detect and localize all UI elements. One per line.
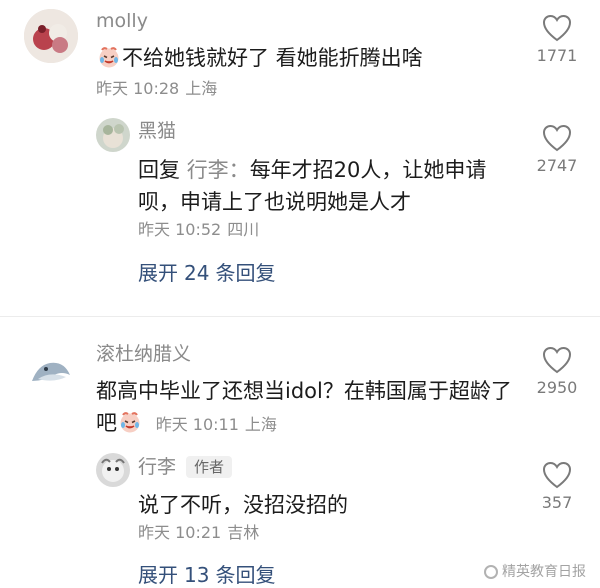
- crying-laughing-emoji: [99, 47, 119, 68]
- divider: [0, 316, 600, 317]
- avatar[interactable]: [96, 118, 130, 152]
- expand-replies-button[interactable]: 展开 13 条回复: [138, 562, 275, 588]
- like-button[interactable]: 2747: [522, 124, 592, 176]
- expand-suffix: 条回复: [215, 261, 276, 285]
- watermark-text: 精英教育日报: [502, 564, 586, 580]
- avatar-image: [96, 453, 130, 487]
- heart-icon: [542, 14, 572, 42]
- reply-time: 昨天 10:21: [138, 523, 222, 542]
- comment-time: 昨天 10:11: [155, 415, 239, 434]
- expand-count: 24: [184, 261, 210, 285]
- avatar-image: [24, 9, 78, 63]
- comment-location: 上海: [244, 415, 277, 434]
- like-button[interactable]: 2950: [522, 346, 592, 398]
- reply-text: 回复 行李：每年才招20人，让她申请呗，申请上了也说明她是人才: [138, 154, 518, 218]
- comment-text: 不给她钱就好了 看她能折腾出啥: [96, 42, 516, 74]
- avatar[interactable]: [24, 9, 78, 63]
- comment-username[interactable]: molly: [96, 9, 148, 33]
- reply-meta: 昨天 10:52 四川: [138, 220, 259, 240]
- avatar[interactable]: [96, 453, 130, 487]
- expand-suffix: 条回复: [215, 563, 276, 587]
- watermark: 精英教育日报: [484, 563, 586, 581]
- expand-label: 展开: [138, 261, 178, 285]
- comment-text-content: 不给她钱就好了 看她能折腾出啥: [122, 46, 423, 70]
- avatar-image: [24, 345, 78, 399]
- avatar[interactable]: [24, 345, 78, 399]
- comment-time: 昨天 10:28: [96, 79, 180, 98]
- reply-text: 说了不听，没招没招的: [138, 489, 518, 521]
- like-button[interactable]: 357: [522, 461, 592, 513]
- reply-username-label[interactable]: 行李: [138, 456, 176, 478]
- comment-location: 上海: [185, 79, 218, 98]
- like-count: 2950: [536, 378, 578, 397]
- heart-icon: [542, 461, 572, 489]
- author-badge: 作者: [186, 456, 233, 478]
- like-count: 2747: [536, 156, 578, 175]
- heart-icon: [542, 124, 572, 152]
- comment-username[interactable]: 滚杜纳腊义: [96, 342, 191, 366]
- comment-meta: 昨天 10:11 上海: [156, 415, 277, 434]
- reply-meta: 昨天 10:21 吉林: [138, 523, 259, 543]
- expand-count: 13: [184, 563, 210, 587]
- reply-username: 行李 作者: [138, 455, 233, 479]
- reply-username[interactable]: 黑猫: [138, 119, 176, 143]
- like-count: 1771: [536, 46, 578, 65]
- comment-meta: 昨天 10:28 上海: [96, 79, 217, 99]
- watermark-icon: [484, 565, 498, 579]
- like-button[interactable]: 1771: [522, 14, 592, 66]
- heart-icon: [542, 346, 572, 374]
- reply-text-content: 说了不听，没招没招的: [138, 493, 348, 517]
- comment-text: 都高中毕业了还想当idol？在韩国属于超龄了吧 昨天 10:11 上海: [96, 375, 516, 439]
- avatar-image: [96, 118, 130, 152]
- reply-prefix: 回复: [138, 158, 180, 182]
- reply-location: 吉林: [227, 523, 260, 542]
- reply-location: 四川: [227, 220, 260, 239]
- crying-laughing-emoji: [120, 412, 140, 433]
- reply-to-user[interactable]: 行李：: [187, 158, 250, 182]
- expand-label: 展开: [138, 563, 178, 587]
- reply-time: 昨天 10:52: [138, 220, 222, 239]
- expand-replies-button[interactable]: 展开 24 条回复: [138, 260, 275, 286]
- like-count: 357: [541, 493, 573, 512]
